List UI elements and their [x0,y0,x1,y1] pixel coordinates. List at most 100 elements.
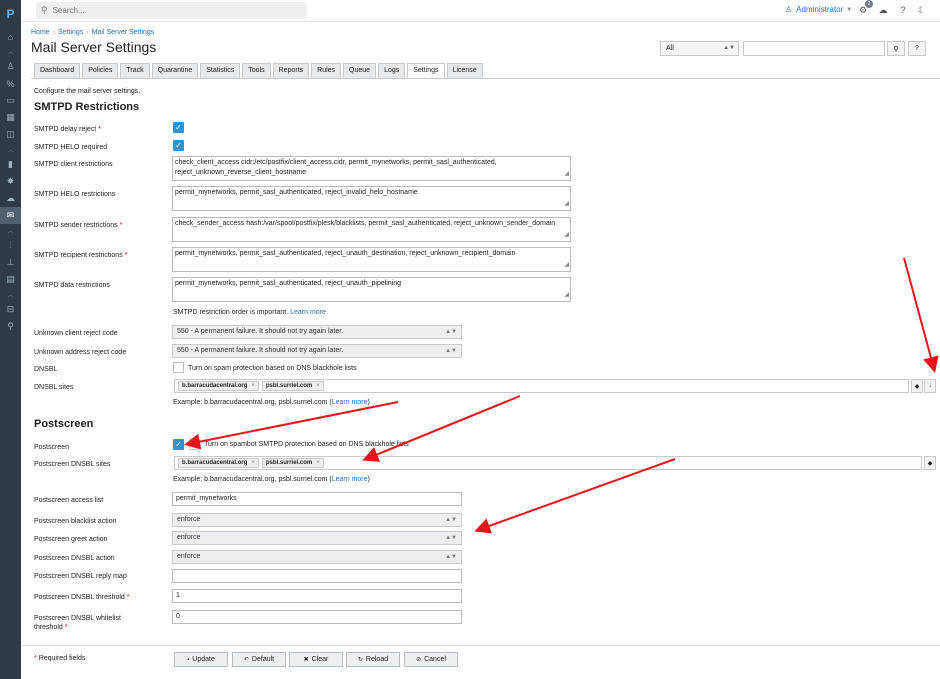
postscreen-checkbox-text[interactable]: Turn on spambot SMTPD protection based o… [204,440,409,449]
plesk-logo[interactable]: P [0,0,21,28]
remove-tag-icon[interactable]: × [316,459,320,467]
stats-icon[interactable]: ⊥ [0,254,21,271]
postscreen-greet-action-select[interactable]: enforce ▲▼ [172,531,462,545]
bug-icon[interactable]: ✸ [0,173,21,190]
tab-logs[interactable]: Logs [378,63,406,78]
tab-reports[interactable]: Reports [272,63,310,78]
chevron-down-icon: ▲▼ [445,535,457,541]
learn-more-link[interactable]: Learn more [290,309,326,316]
book-icon[interactable]: ◫ [0,126,21,143]
toggle-view-button[interactable]: ◆ [924,456,936,470]
learn-more-link[interactable]: Learn more [332,476,368,483]
remove-tag-icon[interactable]: × [251,382,255,390]
collapse-icon[interactable]: ︿ [0,288,21,301]
select-value: enforce [177,516,201,523]
help-icon: ? [915,45,919,52]
dnsbl-checkbox[interactable] [173,362,184,373]
resize-handle-icon[interactable]: ◢ [564,260,569,270]
clear-button[interactable]: ✖ Clear [289,652,343,667]
unknown-address-reject-select[interactable]: 550 - A permanent failure. It should not… [172,344,462,358]
postscreen-threshold-input[interactable]: 1 [172,589,462,603]
smtpd-recipient-restrictions-textarea[interactable]: permit_mynetworks, permit_sasl_authentic… [172,247,571,272]
smtpd-delay-reject-checkbox[interactable]: ✓ [173,122,184,133]
mail-icon[interactable]: ✉ [0,207,21,224]
collapse-icon[interactable]: ︿ [0,143,21,156]
user-icon[interactable]: ♙ [0,58,21,75]
label-text: SMTPD sender restrictions [34,222,118,229]
tab-dashboard[interactable]: Dashboard [34,63,81,78]
smtpd-data-restrictions-label: SMTPD data restrictions [34,282,110,289]
tab-rules[interactable]: Rules [311,63,342,78]
required-marker: * [64,624,68,631]
postscreen-blacklist-action-select[interactable]: enforce ▲▼ [172,513,462,527]
tab-settings[interactable]: Settings [407,63,445,79]
global-search[interactable]: ⚲ [36,2,307,19]
help-icon[interactable]: ? [896,3,910,17]
smtpd-sender-restrictions-textarea[interactable]: check_sender_access hash:/var/spool/post… [172,217,571,242]
home-icon[interactable]: ⌂ [0,28,21,45]
tab-tools[interactable]: Tools [242,63,271,78]
tab-queue[interactable]: Queue [343,63,377,78]
resize-handle-icon[interactable]: ◢ [564,290,569,300]
percent-icon[interactable]: % [0,75,21,92]
breadcrumb-home[interactable]: Home [31,29,50,36]
resize-handle-icon[interactable]: ◢ [564,169,569,179]
postscreen-dnsbl-sites-input[interactable]: b.barracudacentral.org × psbl.surriel.com… [174,456,922,470]
postscreen-dnsbl-sites-label: Postscreen DNSBL sites [34,461,111,468]
postscreen-whitelist-threshold-input[interactable]: 0 [172,610,462,624]
theme-moon-icon[interactable]: ☾ [915,3,929,17]
tab-statistics[interactable]: Statistics [200,63,241,78]
user-menu[interactable]: ♙ Administrator ▼ [785,5,852,14]
wrench-icon[interactable]: ⚲ [0,318,21,335]
annotation-arrow [184,401,399,450]
postscreen-dnsbl-action-select[interactable]: enforce ▲▼ [172,550,462,564]
toggle-view-button[interactable]: ◆ [911,379,923,393]
update-button[interactable]: ▪ Update [174,652,228,667]
default-button[interactable]: ↶ Default [232,652,286,667]
smtpd-client-restrictions-textarea[interactable]: check_client_access cidr:/etc/postfix/cl… [172,156,571,181]
smtpd-data-restrictions-textarea[interactable]: permit_mynetworks, permit_sasl_authentic… [172,277,571,302]
tab-license[interactable]: License [446,63,483,78]
user-icon: ♙ [785,5,793,14]
smtpd-helo-required-checkbox[interactable]: ✓ [173,140,184,151]
monitor-icon[interactable]: ▭ [0,92,21,109]
postscreen-access-list-input[interactable]: permit_mynetworks [172,492,462,506]
search-input[interactable] [52,6,283,15]
learn-more-link[interactable]: Learn more [332,399,368,406]
dashboard-icon[interactable]: ▦ [0,109,21,126]
dnsbl-sites-input[interactable]: b.barracudacentral.org × psbl.surriel.com… [174,379,909,393]
cloud-icon[interactable]: ☁ [0,190,21,207]
resize-handle-icon[interactable]: ◢ [564,199,569,209]
reload-button[interactable]: ↻ Reload [346,652,400,667]
cancel-button[interactable]: ⊘ Cancel [404,652,458,667]
cloud-sync-icon[interactable]: ☁ [876,3,890,17]
breadcrumb-current[interactable]: Mail Server Settings [92,29,155,36]
undo-button[interactable]: ↶ [189,438,200,450]
filter-input[interactable] [743,41,885,56]
collapse-icon[interactable]: ︿ [0,224,21,237]
collapse-icon[interactable]: ︿ [0,45,21,58]
notifications-icon[interactable]: ⚙ 2 [856,0,873,17]
download-button[interactable]: ↓ [924,379,936,393]
postscreen-reply-map-input[interactable] [172,569,462,583]
smtpd-sender-restrictions-label: SMTPD sender restrictions * [34,221,122,230]
filter-select[interactable]: All ▲▼ [660,41,739,56]
postscreen-checkbox[interactable]: ✓ [173,439,184,450]
chart-icon[interactable]: ▮ [0,156,21,173]
tab-track[interactable]: Track [120,63,150,78]
postscreen-reply-map-label: Postscreen DNSBL reply map [34,573,127,580]
filter-search-button[interactable]: ⚲ [887,41,905,56]
breadcrumb-settings[interactable]: Settings [58,29,83,36]
dnsbl-checkbox-text[interactable]: Turn on spam protection based on DNS bla… [188,364,357,373]
tab-quarantine[interactable]: Quarantine [151,63,199,78]
sliders-icon[interactable]: ⫶ [0,237,21,254]
unknown-client-reject-select[interactable]: 550 - A permanent failure. It should not… [172,325,462,339]
inbox-icon[interactable]: ⊟ [0,301,21,318]
remove-tag-icon[interactable]: × [316,382,320,390]
resize-handle-icon[interactable]: ◢ [564,230,569,240]
grid-icon[interactable]: ▤ [0,271,21,288]
smtpd-helo-restrictions-textarea[interactable]: permit_mynetworks, permit_sasl_authentic… [172,186,571,211]
remove-tag-icon[interactable]: × [251,459,255,467]
help-button[interactable]: ? [908,41,926,56]
tab-policies[interactable]: Policies [82,63,119,78]
